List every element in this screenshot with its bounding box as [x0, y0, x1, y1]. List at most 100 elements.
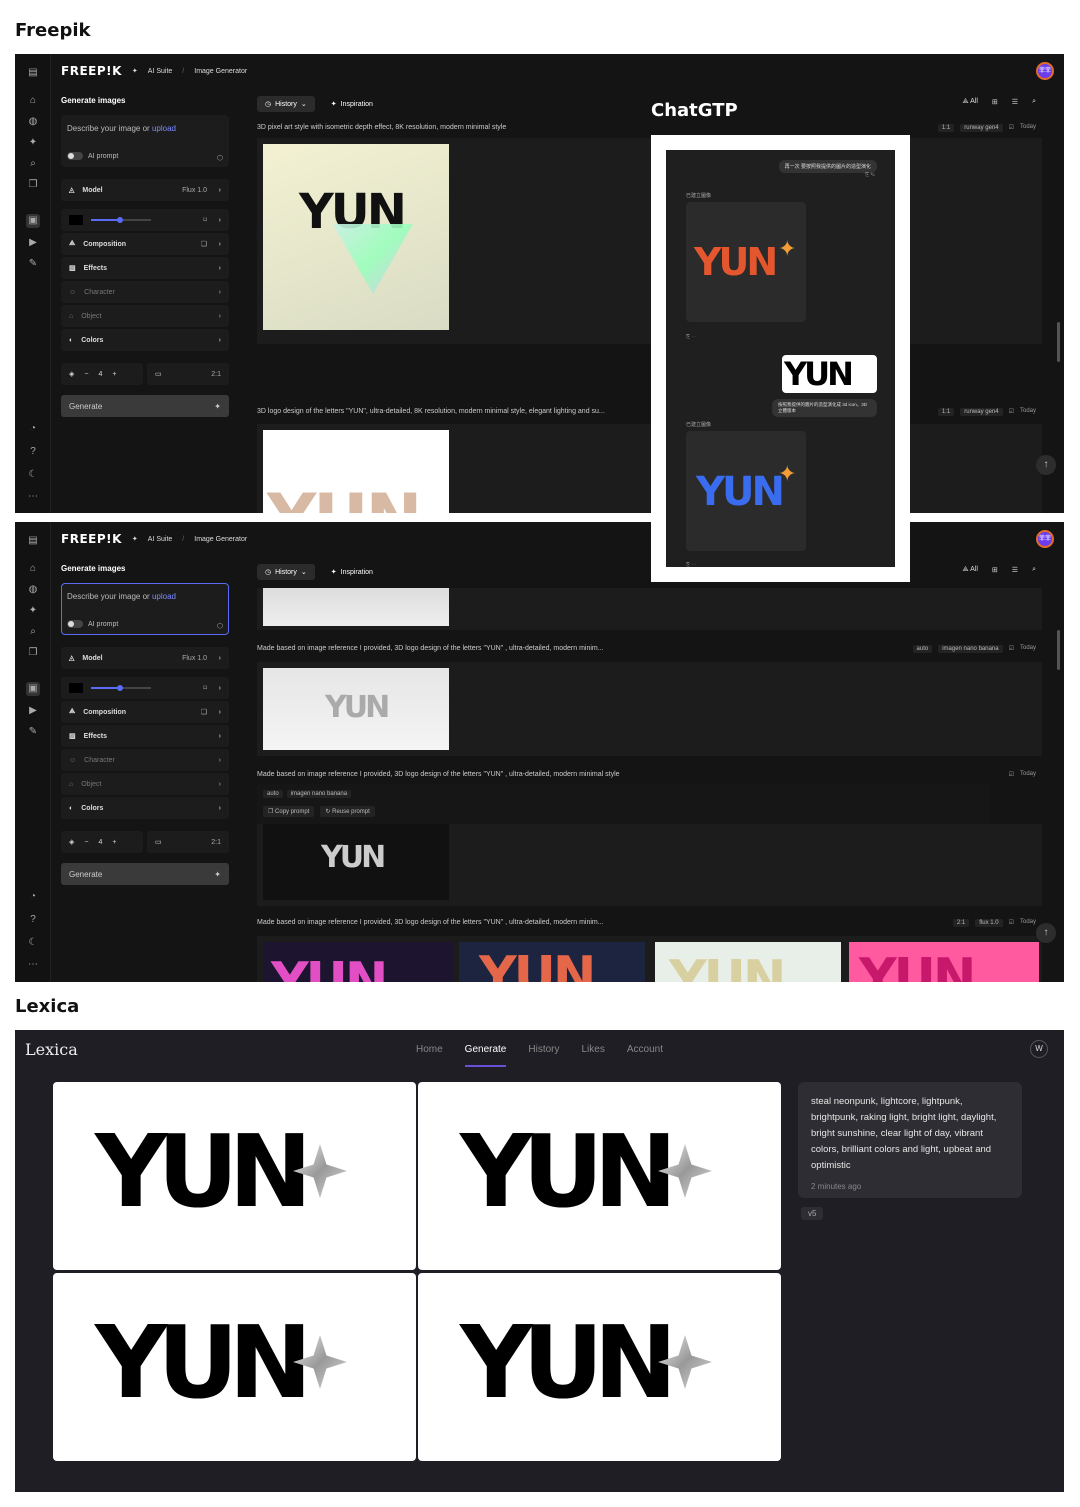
- result-image[interactable]: YUN: [459, 942, 645, 982]
- image-icon[interactable]: ▣: [26, 214, 40, 228]
- ratio-select[interactable]: ▭ 2:1: [147, 363, 229, 385]
- composition-row[interactable]: ⟁ Composition ❏ ›: [61, 233, 229, 255]
- nav-likes[interactable]: Likes: [582, 1044, 605, 1055]
- grid-icon[interactable]: ⊞: [992, 566, 998, 574]
- model-row[interactable]: ◬ Model Flux 1.0 ›: [61, 179, 229, 201]
- breadcrumb-page[interactable]: Image Generator: [194, 68, 247, 75]
- ai-prompt-toggle[interactable]: [67, 152, 83, 160]
- upload-link[interactable]: upload: [152, 124, 176, 133]
- prompt-input[interactable]: Describe your image or upload AI prompt …: [61, 583, 229, 635]
- object-row[interactable]: ⌂ Object ›: [61, 305, 229, 327]
- cube-icon[interactable]: ⬡: [217, 154, 223, 162]
- more-icon[interactable]: ⋯: [26, 490, 40, 504]
- colors-row[interactable]: ◐ Colors ›: [61, 797, 229, 819]
- model-row[interactable]: ◬ Model Flux 1.0 ›: [61, 647, 229, 669]
- message-actions-icon[interactable]: ⎘ ✎: [865, 172, 875, 178]
- effects-row[interactable]: ▨ Effects ›: [61, 257, 229, 279]
- video-icon[interactable]: ▶: [26, 704, 40, 718]
- count-plus[interactable]: +: [112, 839, 116, 846]
- freepik-logo[interactable]: FREEP!K: [61, 532, 122, 546]
- generate-button[interactable]: Generate ✦: [61, 863, 229, 885]
- search-icon[interactable]: ⌕: [26, 157, 40, 171]
- tab-inspiration[interactable]: ✦ Inspiration: [323, 564, 381, 580]
- generated-image[interactable]: YUN: [53, 1082, 416, 1270]
- generated-image[interactable]: YUN: [418, 1082, 781, 1270]
- scroll-top-button[interactable]: ↑: [1036, 455, 1056, 475]
- freepik-logo[interactable]: FREEP!K: [61, 64, 122, 78]
- layers-icon[interactable]: ❐: [26, 178, 40, 192]
- cube-icon[interactable]: ⬡: [217, 622, 223, 630]
- result-prompt[interactable]: Made based on image reference I provided…: [257, 645, 604, 652]
- search-icon[interactable]: ⌕: [1032, 566, 1036, 574]
- more-icon[interactable]: ⋯: [26, 958, 40, 972]
- bell-icon[interactable]: ◔: [26, 890, 40, 904]
- bell-icon[interactable]: ◔: [26, 422, 40, 436]
- style-slider-row[interactable]: ⌑ ›: [61, 209, 229, 231]
- globe-icon[interactable]: ◍: [26, 115, 40, 129]
- result-image[interactable]: [263, 588, 449, 626]
- breadcrumb-suite[interactable]: AI Suite: [148, 68, 173, 75]
- edit-icon[interactable]: ✎: [26, 725, 40, 739]
- result-image[interactable]: YUN: [263, 430, 449, 513]
- generated-image[interactable]: YUN ✦: [686, 202, 806, 322]
- count-stepper[interactable]: ◈ − 4 +: [61, 831, 143, 853]
- nav-generate[interactable]: Generate: [464, 1044, 507, 1067]
- result-prompt[interactable]: Made based on image reference I provided…: [257, 771, 620, 778]
- result-image[interactable]: YUN: [655, 942, 841, 982]
- scroll-top-button[interactable]: ↑: [1036, 923, 1056, 943]
- image-icon[interactable]: ▣: [26, 682, 40, 696]
- result-image[interactable]: YUN: [263, 824, 449, 900]
- generated-image[interactable]: YUN ✦: [686, 431, 806, 551]
- avatar[interactable]: 菲菲: [1036, 530, 1054, 548]
- character-row[interactable]: ☺ Character ›: [61, 281, 229, 303]
- result-prompt[interactable]: 3D logo design of the letters "YUN", ult…: [257, 408, 605, 415]
- layers-icon[interactable]: ❐: [26, 646, 40, 660]
- home-icon[interactable]: ⌂: [26, 94, 40, 108]
- avatar[interactable]: W: [1030, 1040, 1048, 1058]
- help-icon[interactable]: ?: [26, 445, 40, 459]
- sidebar-toggle-icon[interactable]: ▤: [26, 66, 40, 80]
- filter-all[interactable]: ⟁ All: [962, 566, 978, 574]
- upload-link[interactable]: upload: [152, 592, 176, 601]
- video-icon[interactable]: ▶: [26, 236, 40, 250]
- result-prompt[interactable]: Made based on image reference I provided…: [257, 919, 604, 926]
- object-row[interactable]: ⌂ Object ›: [61, 773, 229, 795]
- strength-slider[interactable]: [91, 217, 151, 223]
- count-minus[interactable]: −: [84, 839, 88, 846]
- result-image[interactable]: YUN: [263, 668, 449, 750]
- generated-image[interactable]: YUN: [53, 1273, 416, 1461]
- nav-home[interactable]: Home: [416, 1044, 443, 1055]
- ratio-select[interactable]: ▭ 2:1: [147, 831, 229, 853]
- result-prompt[interactable]: 3D pixel art style with isometric depth …: [257, 124, 506, 131]
- generate-button[interactable]: Generate ✦: [61, 395, 229, 417]
- help-icon[interactable]: ?: [26, 913, 40, 927]
- message-actions-icon[interactable]: ⎘ ⋯: [686, 334, 696, 340]
- grid-icon[interactable]: ⊞: [992, 98, 998, 106]
- nav-history[interactable]: History: [528, 1044, 559, 1055]
- prompt-text[interactable]: steal neonpunk, lightcore, lightpunk, br…: [811, 1094, 1009, 1174]
- composition-row[interactable]: ⟁ Composition ❏ ›: [61, 701, 229, 723]
- result-image[interactable]: YUN: [263, 942, 453, 982]
- search-icon[interactable]: ⌕: [1032, 98, 1036, 106]
- nav-account[interactable]: Account: [627, 1044, 663, 1055]
- breadcrumb-suite[interactable]: AI Suite: [148, 536, 173, 543]
- sliders-icon[interactable]: ☰: [1012, 98, 1018, 106]
- character-row[interactable]: ☺ Character ›: [61, 749, 229, 771]
- user-uploaded-image[interactable]: YUN: [782, 355, 877, 393]
- sidebar-toggle-icon[interactable]: ▤: [26, 534, 40, 548]
- copy-prompt-button[interactable]: ❐ Copy prompt: [263, 806, 315, 817]
- globe-icon[interactable]: ◍: [26, 583, 40, 597]
- home-icon[interactable]: ⌂: [26, 562, 40, 576]
- strength-slider[interactable]: [91, 685, 151, 691]
- colors-row[interactable]: ◐ Colors ›: [61, 329, 229, 351]
- moon-icon[interactable]: ☾: [26, 468, 40, 482]
- filter-all[interactable]: ⟁ All: [962, 98, 978, 106]
- bookmark-icon[interactable]: ⌑: [203, 684, 207, 692]
- scrollbar[interactable]: [1057, 322, 1060, 362]
- tab-history[interactable]: ◷ History ⌄: [257, 96, 315, 112]
- avatar[interactable]: 菲菲: [1036, 62, 1054, 80]
- moon-icon[interactable]: ☾: [26, 936, 40, 950]
- sparkle-icon[interactable]: ✦: [26, 604, 40, 618]
- ai-prompt-toggle[interactable]: [67, 620, 83, 628]
- effects-row[interactable]: ▨ Effects ›: [61, 725, 229, 747]
